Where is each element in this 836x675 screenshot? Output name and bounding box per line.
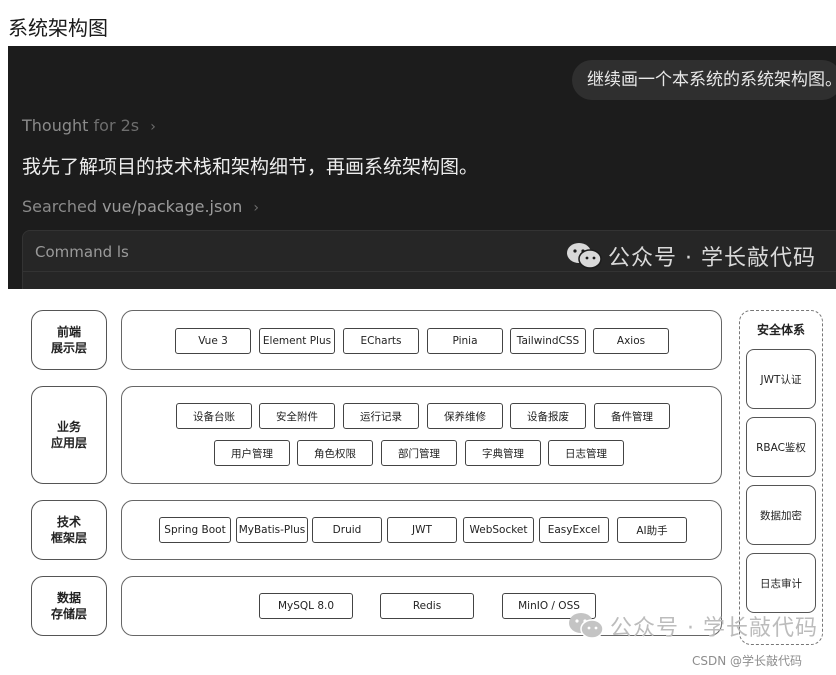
thought-duration: for 2s [93,116,140,135]
searched-path: vue/package.json [102,197,243,216]
watermark-text: 公众号 · 学长敲代码 [610,616,818,641]
tech-chip: Pinia [427,328,503,354]
tech-chip: 运行记录 [343,403,419,429]
tech-chip: Redis [380,593,474,619]
tech-chip: Axios [593,328,669,354]
wechat-icon [569,613,604,639]
thought-toggle[interactable]: Thought for 2s › [22,116,156,135]
security-panel: 安全体系 JWT认证 RBAC鉴权 数据加密日志审计 [739,310,823,645]
tech-chip: 设备报废 [510,403,586,429]
security-item: RBAC鉴权 [746,417,816,477]
layer-box: Vue 3 Element Plus ECharts Pinia TailwindCSS… [121,310,722,370]
tech-chip: Vue 3 [175,328,251,354]
tech-chip: ECharts [343,328,419,354]
tech-chip: TailwindCSS [510,328,586,354]
tech-chip: 安全附件 [259,403,335,429]
page-heading: 系统架构图 [8,16,108,40]
thought-label: Thought [22,116,89,135]
user-message-bubble: 继续画一个本系统的系统架构图。 [572,60,836,100]
layer-label: 数据 存储层 [31,576,107,636]
tech-chip: 字典管理 [465,440,541,466]
layer-label: 业务 应用层 [31,386,107,484]
tech-chip: EasyExcel [539,517,609,543]
wechat-icon [567,243,602,269]
assistant-message: 我先了解项目的技术栈和架构细节，再画系统架构图。 [22,156,479,178]
tech-chip: MySQL 8.0 [259,593,353,619]
watermark-top: 公众号 · 学长敲代码 [566,240,816,272]
tech-chip: 保养维修 [427,403,503,429]
tech-chip: 用户管理 [214,440,290,466]
watermark-bottom: 公众号 · 学长敲代码 [568,610,818,642]
searched-toggle[interactable]: Searched vue/package.json › [22,197,259,216]
security-item: JWT认证 [746,349,816,409]
chevron-right-icon: › [253,200,259,216]
tech-chip: Element Plus [259,328,335,354]
tech-chip: Druid [312,517,382,543]
tech-chip: WebSocket [463,517,534,543]
security-title: 安全体系 [756,323,805,337]
csdn-credit: CSDN @学长敲代码 [692,654,803,668]
tech-chip: 部门管理 [381,440,457,466]
tech-chip: 设备台账 [176,403,252,429]
searched-label: Searched [22,197,97,216]
tech-chip: AI助手 [617,517,687,543]
layer-label: 技术 框架层 [31,500,107,560]
chevron-right-icon: › [150,119,156,135]
tech-chip: 角色权限 [297,440,373,466]
tech-chip: 备件管理 [594,403,670,429]
security-item: 数据加密 [746,485,816,545]
layer-box: Spring Boot MyBatis-Plus Druid JWT WebSocket… [121,500,722,560]
security-item: 日志审计 [746,553,816,613]
tech-chip: Spring Boot [159,517,231,543]
watermark-text: 公众号 · 学长敲代码 [608,246,816,271]
command-label: Command ls [35,243,129,261]
tech-chip: MyBatis-Plus [236,517,308,543]
layer-box: 设备台账 安全附件 运行记录 保养维修 设备报废 备件管理用户管理 角色权限 部门管理 字典管理… [121,386,722,484]
tech-chip: 日志管理 [548,440,624,466]
layer-label: 前端 展示层 [31,310,107,370]
tech-chip: JWT [387,517,457,543]
